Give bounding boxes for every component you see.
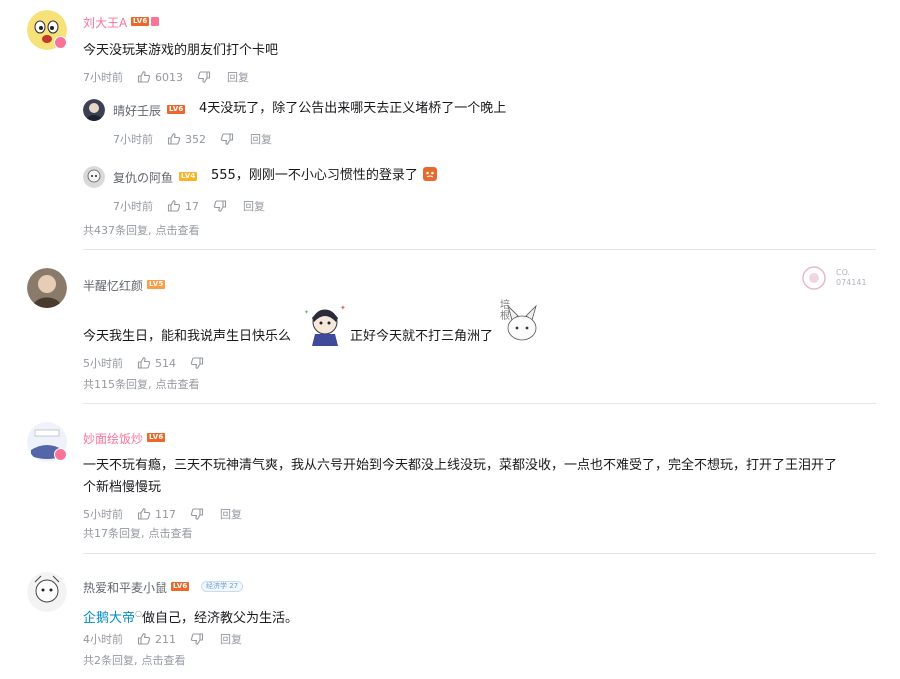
username[interactable]: 复仇の阿鱼 — [113, 169, 173, 186]
username[interactable]: 热爱和平麦小鼠 — [83, 579, 167, 596]
like-count: 6013 — [155, 70, 183, 84]
reply-meta: 7小时前 17 回复 — [113, 198, 265, 214]
avatar[interactable] — [83, 166, 105, 188]
dislike-icon[interactable] — [190, 356, 204, 370]
username[interactable]: 半醒忆红颜 — [83, 277, 143, 294]
like-icon[interactable] — [167, 132, 181, 146]
fan-stamp-icon — [802, 266, 826, 290]
view-replies-link[interactable]: 点击查看 — [142, 654, 186, 667]
replies-count: 共437条回复, — [83, 224, 152, 237]
view-replies-link[interactable]: 点击查看 — [149, 527, 193, 540]
comment-meta: 5小时前 514 — [83, 355, 220, 371]
view-replies: 共17条回复, 点击查看 — [83, 525, 193, 541]
emoji-sticker-icon — [422, 166, 438, 182]
comment-text: 今天我生日，能和我说声生日快乐么 — [83, 326, 291, 348]
mention-icon: ○ — [135, 609, 142, 618]
reply-time: 7小时前 — [113, 133, 153, 146]
replies-count: 共2条回复, — [83, 654, 138, 667]
like-count: 211 — [155, 632, 176, 646]
dislike-icon[interactable] — [190, 632, 204, 646]
comment-meta: 7小时前 6013 回复 — [83, 69, 249, 85]
level-badge: LV6 — [147, 433, 166, 442]
reply-button[interactable]: 回复 — [250, 131, 272, 147]
comment-text: 正好今天就不打三角洲了 — [350, 326, 493, 348]
like-count: 117 — [155, 507, 176, 521]
comment-text-part1: 今天我生日，能和我说声生日快乐么 — [83, 329, 292, 344]
fan-stamp-text: CO. — [836, 268, 851, 277]
comment-meta: 5小时前 117 回复 — [83, 506, 242, 522]
level-badge: LV6 — [131, 17, 150, 26]
username[interactable]: 妙面绘饭炒 — [83, 430, 143, 447]
dislike-icon[interactable] — [220, 132, 234, 146]
mention-link[interactable]: 企鹅大帝 — [83, 611, 135, 626]
like-icon[interactable] — [137, 507, 151, 521]
level-badge: LV6 — [167, 105, 186, 114]
replies-count: 共115条回复, — [83, 378, 152, 391]
comment-time: 7小时前 — [83, 71, 123, 84]
comment-text: 个新档慢慢玩 — [83, 480, 162, 495]
like-icon[interactable] — [137, 632, 151, 646]
like-icon[interactable] — [137, 356, 151, 370]
reply-text-content: 555，刚刚一不小心习惯性的登录了 — [211, 168, 418, 183]
reply-button[interactable]: 回复 — [227, 69, 249, 85]
divider — [83, 249, 876, 250]
dislike-icon[interactable] — [197, 70, 211, 84]
view-replies-link[interactable]: 点击查看 — [156, 224, 200, 237]
fan-medal-badge: 经济学 27 — [201, 581, 244, 592]
comment-text: 企鹅大帝○做自己，经济教父为生活。 — [83, 603, 298, 630]
replies-count: 共17条回复, — [83, 527, 145, 540]
reply-button[interactable]: 回复 — [220, 631, 242, 647]
fan-medal-icon — [151, 17, 159, 26]
reply-text: 555，刚刚一不小心习惯性的登录了 — [211, 165, 438, 187]
comment-time: 5小时前 — [83, 357, 123, 370]
level-badge: LV4 — [179, 172, 198, 181]
like-count: 17 — [185, 199, 199, 213]
comment-text: 一天不玩有瘾，三天不玩神清气爽，我从六号开始到今天都没上线没玩，菜都没收，一点也… — [83, 458, 838, 473]
view-replies: 共437条回复, 点击查看 — [83, 222, 200, 238]
avatar[interactable] — [83, 99, 105, 121]
divider — [83, 553, 876, 554]
comment-time: 4小时前 — [83, 633, 123, 646]
view-replies-link[interactable]: 点击查看 — [156, 378, 200, 391]
svg-text:✦: ✦ — [340, 304, 346, 312]
reply-text: 4天没玩了，除了公告出来哪天去正义堵桥了一个晚上 — [199, 101, 507, 116]
sticker-caption: 培根 — [500, 300, 510, 322]
username[interactable]: 晴好壬辰 — [113, 102, 161, 119]
comment-text: 今天没玩某游戏的朋友们打个卡吧 — [83, 43, 279, 58]
like-count: 514 — [155, 356, 176, 370]
comment-meta: 4小时前 211 回复 — [83, 631, 242, 647]
reply-time: 7小时前 — [113, 200, 153, 213]
comment-text-part2: 正好今天就不打三角洲了 — [350, 329, 494, 344]
level-badge: LV5 — [147, 280, 166, 289]
dislike-icon[interactable] — [213, 199, 227, 213]
like-count: 352 — [185, 132, 206, 146]
vip-badge-icon — [54, 448, 67, 461]
avatar[interactable] — [27, 268, 67, 308]
reply-meta: 7小时前 352 回复 — [113, 131, 272, 147]
vip-badge-icon — [54, 36, 67, 49]
reply-button[interactable]: 回复 — [243, 198, 265, 214]
avatar[interactable] — [27, 572, 67, 612]
fan-stamp-number: 074141 — [836, 278, 867, 287]
view-replies: 共115条回复, 点击查看 — [83, 376, 200, 392]
like-icon[interactable] — [137, 70, 151, 84]
comment-time: 5小时前 — [83, 508, 123, 521]
reply-button[interactable]: 回复 — [220, 506, 242, 522]
sticker-image: ✦ ✦ — [302, 300, 348, 346]
level-badge: LV6 — [171, 582, 190, 591]
view-replies: 共2条回复, 点击查看 — [83, 652, 186, 668]
comment-text-content: 做自己，经济教父为生活。 — [142, 611, 299, 626]
username[interactable]: 刘大王A — [83, 14, 127, 31]
svg-text:✦: ✦ — [304, 309, 309, 316]
dislike-icon[interactable] — [190, 507, 204, 521]
divider — [83, 403, 876, 404]
like-icon[interactable] — [167, 199, 181, 213]
